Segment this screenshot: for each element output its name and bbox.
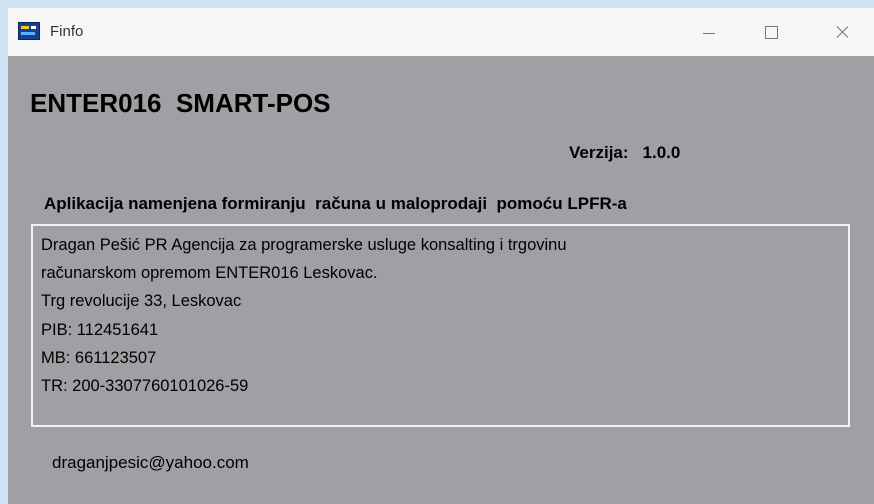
version-value: 1.0.0	[642, 143, 681, 162]
maximize-button[interactable]	[748, 8, 794, 56]
close-button[interactable]	[820, 8, 866, 56]
app-icon	[18, 22, 40, 40]
title-bar[interactable]: Finfo	[8, 8, 874, 56]
info-line: Dragan Pešić PR Agencija za programerske…	[41, 236, 567, 254]
info-line: TR: 200-3307760101026-59	[41, 377, 249, 396]
minimize-icon	[703, 32, 715, 34]
info-line: Trg revolucije 33, Leskovac	[41, 292, 242, 311]
window-title: Finfo	[50, 23, 84, 40]
app-description: Aplikacija namenjena formiranju računa u…	[44, 194, 627, 213]
app-name-heading: ENTER016 SMART-POS	[30, 88, 331, 118]
version-row: Verzija: 1.0.0	[569, 143, 680, 163]
info-line: MB: 661123507	[41, 348, 157, 367]
minimize-button[interactable]	[686, 8, 732, 56]
info-line: računarskom opremom ENTER016 Leskovac.	[41, 264, 378, 283]
company-info-box: Dragan Pešić PR Agencija za programerske…	[31, 224, 850, 427]
finfo-window: Finfo ENTER016 SMART-POS Verzija: 1.0.0 A…	[8, 8, 874, 504]
close-icon	[836, 25, 850, 39]
contact-email[interactable]: draganjpesic@yahoo.com	[52, 453, 249, 473]
info-line: PIB: 112451641	[41, 320, 159, 339]
maximize-icon	[764, 25, 778, 39]
version-label: Verzija:	[569, 143, 629, 162]
